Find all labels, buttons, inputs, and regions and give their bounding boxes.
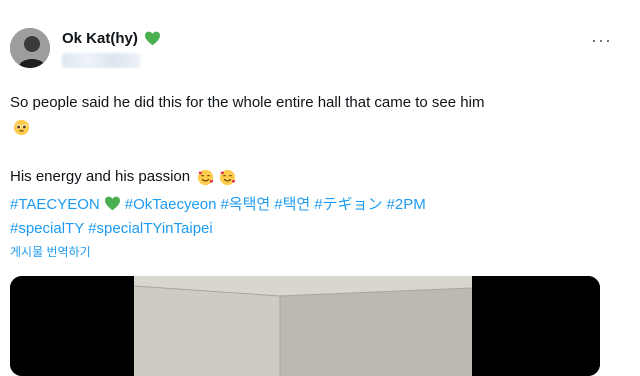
- green-heart-icon: [104, 196, 120, 211]
- green-heart-icon: [144, 31, 160, 46]
- hashtag-taekyeon-ko[interactable]: #택연: [274, 196, 310, 213]
- hashtag-specialty-taipei[interactable]: #specialTYinTaipei: [88, 220, 213, 237]
- blurred-handle: [62, 53, 140, 68]
- hashtag-oktaecyeon[interactable]: #OkTaecyeon: [125, 196, 217, 213]
- pleading-face-emoji: [10, 116, 30, 138]
- display-name[interactable]: Ok Kat(hy): [62, 30, 161, 47]
- hashtag-2pm[interactable]: #2PM: [387, 196, 426, 213]
- hashtag-taegyeon-ja[interactable]: #テギョン: [314, 196, 382, 213]
- smiling-face-hearts-icon: [220, 169, 236, 185]
- translate-post-link[interactable]: 게시물 번역하기: [10, 243, 91, 260]
- tweet-line-2-text: His energy and his passion: [10, 168, 191, 185]
- more-options-icon[interactable]: ···: [591, 30, 612, 51]
- hashtag-specialty[interactable]: #specialTY: [10, 220, 84, 237]
- tweet-line-1-text: So people said he did this for the whole…: [10, 94, 485, 111]
- video-frame: [10, 276, 600, 376]
- tweet-line-2: His energy and his passion: [10, 166, 236, 188]
- media-video[interactable]: [10, 276, 600, 376]
- hashtag-line-2: #specialTY #specialTYinTaipei: [10, 217, 610, 241]
- avatar[interactable]: [10, 28, 50, 68]
- hashtag-block: #TAECYEON #OkTaecyeon #옥택연 #택연 #テギョン #2PM #sp…: [10, 193, 610, 241]
- avatar-photo: [10, 28, 50, 68]
- pleading-face-icon: [13, 119, 30, 135]
- display-name-text: Ok Kat(hy): [62, 30, 138, 47]
- hashtag-oktaekyeon-ko[interactable]: #옥택연: [220, 196, 270, 213]
- tweet-line-1: So people said he did this for the whole…: [10, 92, 484, 114]
- hashtag-taecyeon[interactable]: #TAECYEON: [10, 196, 100, 213]
- hashtag-line-1: #TAECYEON #OkTaecyeon #옥택연 #택연 #テギョン #2PM: [10, 193, 610, 217]
- smiling-face-hearts-icon: [198, 169, 214, 185]
